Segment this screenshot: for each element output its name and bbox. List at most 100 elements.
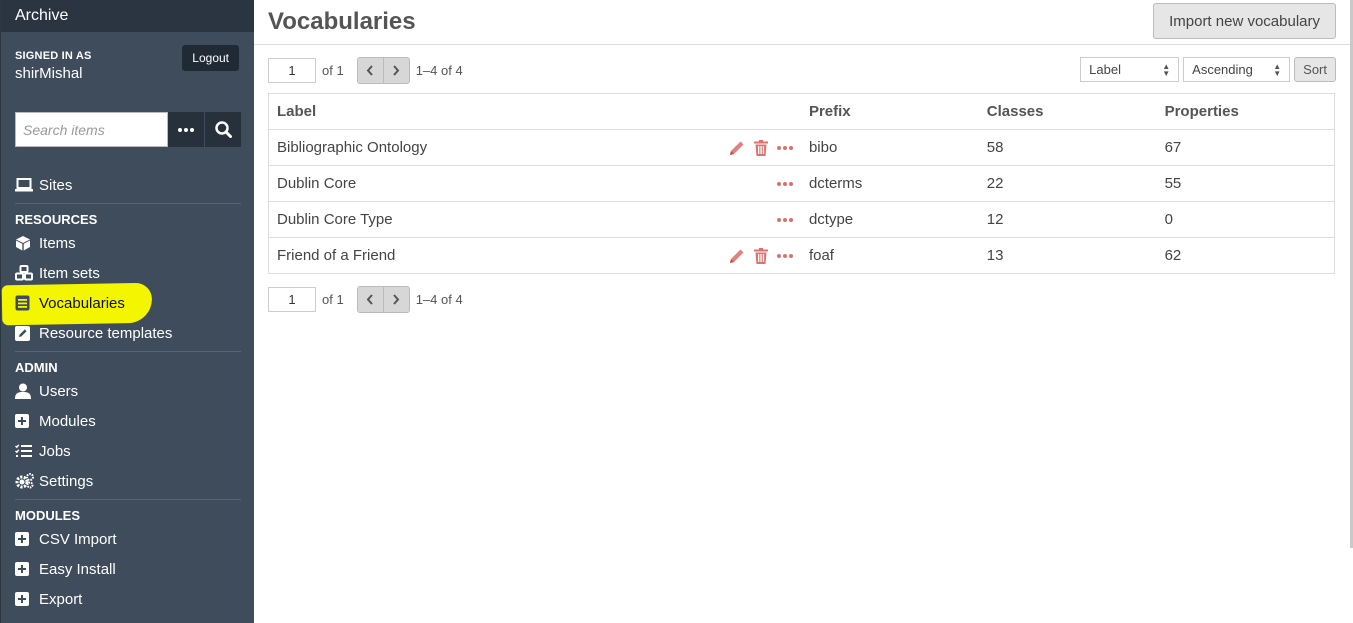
vocabulary-prefix: dctype <box>800 201 979 238</box>
next-page-button[interactable] <box>382 287 409 312</box>
sort-order-select[interactable]: Ascending ▲ ▼ <box>1183 57 1291 82</box>
table-row: Dublin Core dcterms 22 55 <box>268 165 1335 202</box>
pencil-icon[interactable] <box>729 248 745 264</box>
chevron-left-icon <box>366 65 373 76</box>
result-range: 1–4 of 4 <box>415 292 463 307</box>
vocabulary-label: Dublin Core Type <box>277 211 393 228</box>
vocabulary-classes-link[interactable]: 58 <box>978 129 1157 166</box>
page-number-input[interactable] <box>268 287 316 312</box>
table-header-row: Label Prefix Classes Properties <box>268 93 1335 130</box>
page-header: Vocabularies Import new vocabulary <box>254 0 1353 45</box>
user-bar: SIGNED IN AS shirMishal Logout <box>1 32 254 94</box>
site-title[interactable]: Archive <box>1 0 254 32</box>
ellipsis-icon <box>178 127 194 132</box>
sidebar-item-label: Easy Install <box>39 560 116 578</box>
pagination-bottom: of 1 1–4 of 4 <box>268 286 463 313</box>
vocabulary-label: Dublin Core <box>277 175 357 192</box>
cogs-icon <box>15 473 34 489</box>
logout-button[interactable]: Logout <box>182 45 239 71</box>
chevron-right-icon <box>393 294 400 305</box>
sidebar-item-items[interactable]: Items <box>15 228 241 258</box>
ellipsis-icon[interactable] <box>776 217 793 222</box>
ellipsis-icon[interactable] <box>776 253 793 258</box>
book-icon <box>15 295 30 311</box>
sidebar-item-settings[interactable]: Settings <box>15 466 241 496</box>
tasks-icon <box>15 444 32 457</box>
vocabulary-label: Friend of a Friend <box>277 247 396 264</box>
sidebar-item-label: Modules <box>39 412 96 430</box>
trash-icon[interactable] <box>753 247 768 264</box>
select-arrows-icon: ▲ ▼ <box>1162 61 1171 78</box>
sort-button[interactable]: Sort <box>1294 57 1336 82</box>
sidebar-item-label: Export <box>39 590 83 608</box>
search-input[interactable] <box>15 112 168 147</box>
column-header-label: Label <box>268 93 801 130</box>
sidebar-item-resource-templates[interactable]: Resource templates <box>15 318 241 348</box>
page-count: of 1 <box>322 63 344 78</box>
sidebar-item-users[interactable]: Users <box>15 376 241 406</box>
search-icon <box>214 121 232 138</box>
sort-order-value: Ascending <box>1192 62 1253 77</box>
sidebar-item-sites[interactable]: Sites <box>15 170 241 200</box>
vocabularies-table: Label Prefix Classes Properties Bibliogr… <box>268 93 1335 274</box>
chevron-left-icon <box>366 294 373 305</box>
result-range: 1–4 of 4 <box>415 63 463 78</box>
vocabulary-properties-link[interactable]: 62 <box>1156 237 1335 274</box>
nav-section-admin: ADMIN <box>15 351 241 376</box>
laptop-icon <box>15 178 33 192</box>
sidebar-item-label: Item sets <box>39 264 100 282</box>
sidebar-item-csv-import[interactable]: CSV Import <box>15 524 241 554</box>
sidebar-item-label: Vocabularies <box>39 294 125 312</box>
nav-section-resources: RESOURCES <box>15 203 241 228</box>
page-number-input[interactable] <box>268 58 316 83</box>
trash-icon[interactable] <box>753 139 768 156</box>
vocabulary-properties-link[interactable]: 0 <box>1156 201 1335 238</box>
sidebar-item-vocabularies[interactable]: Vocabularies <box>1 282 241 326</box>
sidebar-item-label: CSV Import <box>39 530 117 548</box>
vocabulary-classes-link[interactable]: 12 <box>978 201 1157 238</box>
search-form <box>15 112 241 147</box>
cube-icon <box>16 236 30 251</box>
pager-buttons <box>356 286 410 313</box>
advanced-search-button[interactable] <box>168 112 204 147</box>
sidebar-item-label: Settings <box>39 472 94 490</box>
sort-controls: Label ▲ ▼ Ascending ▲ ▼ Sort <box>1080 57 1336 82</box>
sidebar: Archive SIGNED IN AS shirMishal Logout S… <box>0 0 254 623</box>
sort-by-select[interactable]: Label ▲ ▼ <box>1080 57 1180 82</box>
vocabulary-properties-link[interactable]: 55 <box>1156 165 1335 202</box>
sort-by-value: Label <box>1089 62 1121 77</box>
plus-square-icon <box>15 532 29 546</box>
search-button[interactable] <box>204 112 241 147</box>
vocabulary-classes-link[interactable]: 22 <box>978 165 1157 202</box>
sidebar-item-label: Users <box>39 382 79 400</box>
sidebar-item-export[interactable]: Export <box>15 584 241 614</box>
sidebar-item-label: Resource templates <box>39 324 173 342</box>
ellipsis-icon[interactable] <box>776 181 793 186</box>
import-vocabulary-button[interactable]: Import new vocabulary <box>1153 3 1336 39</box>
ellipsis-icon[interactable] <box>776 145 793 150</box>
pager-buttons <box>356 57 410 84</box>
page-title: Vocabularies <box>268 8 416 35</box>
pencil-square-icon <box>15 325 30 341</box>
plus-square-icon <box>15 592 29 606</box>
sidebar-nav: Sites RESOURCES Items Item sets Vocabula… <box>1 170 241 614</box>
cubes-icon <box>15 265 33 281</box>
pencil-icon[interactable] <box>729 140 745 156</box>
vocabulary-classes-link[interactable]: 13 <box>978 237 1157 274</box>
previous-page-button[interactable] <box>357 58 383 83</box>
vocabulary-prefix: foaf <box>800 237 979 274</box>
sidebar-item-modules[interactable]: Modules <box>15 406 241 436</box>
vocabulary-label: Bibliographic Ontology <box>277 139 428 156</box>
sidebar-item-label: Jobs <box>39 442 71 460</box>
sidebar-item-easy-install[interactable]: Easy Install <box>15 554 241 584</box>
column-header-classes: Classes <box>978 93 1157 130</box>
user-icon <box>15 383 31 399</box>
table-row: Bibliographic Ontology bibo 58 67 <box>268 129 1335 166</box>
previous-page-button[interactable] <box>357 287 383 312</box>
vocabulary-prefix: dcterms <box>800 165 979 202</box>
column-header-prefix: Prefix <box>800 93 979 130</box>
sidebar-item-jobs[interactable]: Jobs <box>15 436 241 466</box>
next-page-button[interactable] <box>382 58 409 83</box>
vocabulary-properties-link[interactable]: 67 <box>1156 129 1335 166</box>
table-row: Friend of a Friend foaf 13 62 <box>268 237 1335 274</box>
